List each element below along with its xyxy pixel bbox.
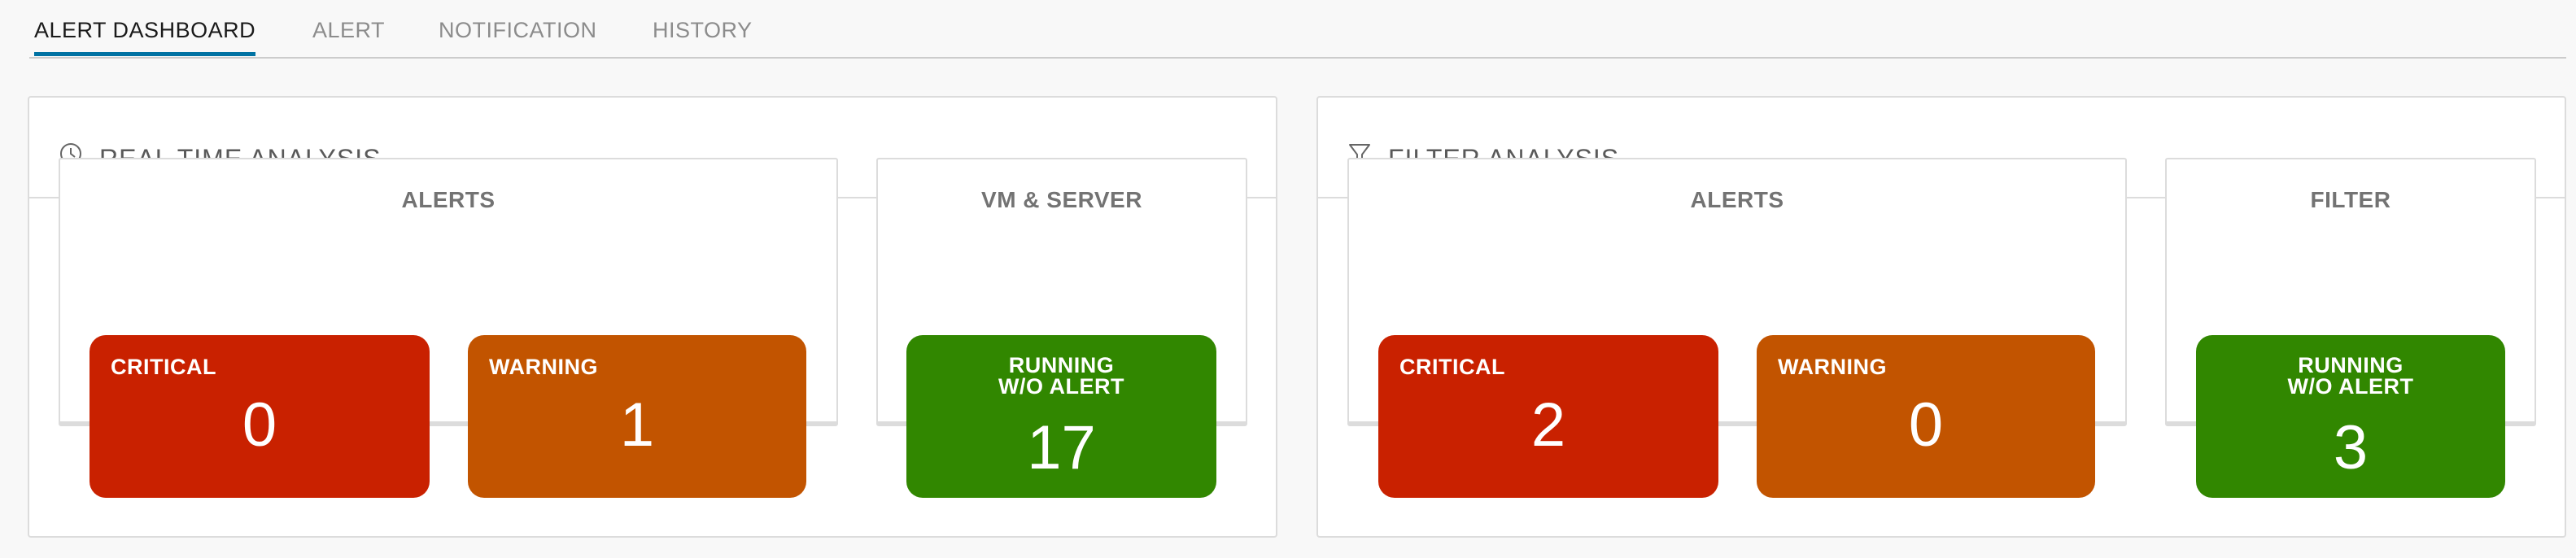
tab-history[interactable]: HISTORY bbox=[653, 0, 753, 55]
critical-count: 0 bbox=[242, 390, 277, 460]
warning-tile[interactable]: WARNING 0 bbox=[1757, 335, 2095, 498]
critical-tile[interactable]: CRITICAL 2 bbox=[1378, 335, 1718, 498]
critical-count: 2 bbox=[1530, 390, 1566, 460]
running-label-line-1: RUNNING bbox=[1008, 353, 1115, 377]
panel-title: VM & SERVER bbox=[981, 187, 1142, 212]
running-label-line-2: W/O ALERT bbox=[998, 374, 1124, 399]
warning-count: 1 bbox=[619, 390, 655, 460]
running-label: RUNNING W/O ALERT bbox=[906, 353, 1216, 399]
panel-title: ALERTS bbox=[1690, 187, 1784, 212]
running-count: 17 bbox=[1027, 413, 1096, 482]
running-count: 3 bbox=[2333, 413, 2369, 482]
critical-label: CRITICAL bbox=[111, 355, 216, 379]
tab-notification[interactable]: NOTIFICATION bbox=[439, 0, 597, 55]
panel-title: ALERTS bbox=[401, 187, 496, 212]
running-tile[interactable]: RUNNING W/O ALERT 17 bbox=[906, 335, 1216, 498]
critical-label: CRITICAL bbox=[1399, 355, 1505, 379]
running-label-line-2: W/O ALERT bbox=[2287, 374, 2414, 399]
running-label-line-1: RUNNING bbox=[2298, 353, 2404, 377]
running-tile[interactable]: RUNNING W/O ALERT 3 bbox=[2196, 335, 2505, 498]
panel-title: FILTER bbox=[2310, 187, 2391, 212]
warning-count: 0 bbox=[1908, 390, 1944, 460]
warning-label: WARNING bbox=[1778, 355, 1887, 379]
tab-alert-dashboard[interactable]: ALERT DASHBOARD bbox=[34, 0, 256, 56]
warning-tile[interactable]: WARNING 1 bbox=[468, 335, 806, 498]
warning-label: WARNING bbox=[489, 355, 598, 379]
tab-bar: ALERT DASHBOARD ALERT NOTIFICATION HISTO… bbox=[29, 0, 2566, 59]
tab-alert[interactable]: ALERT bbox=[312, 0, 385, 55]
critical-tile[interactable]: CRITICAL 0 bbox=[90, 335, 430, 498]
running-label: RUNNING W/O ALERT bbox=[2196, 353, 2505, 399]
